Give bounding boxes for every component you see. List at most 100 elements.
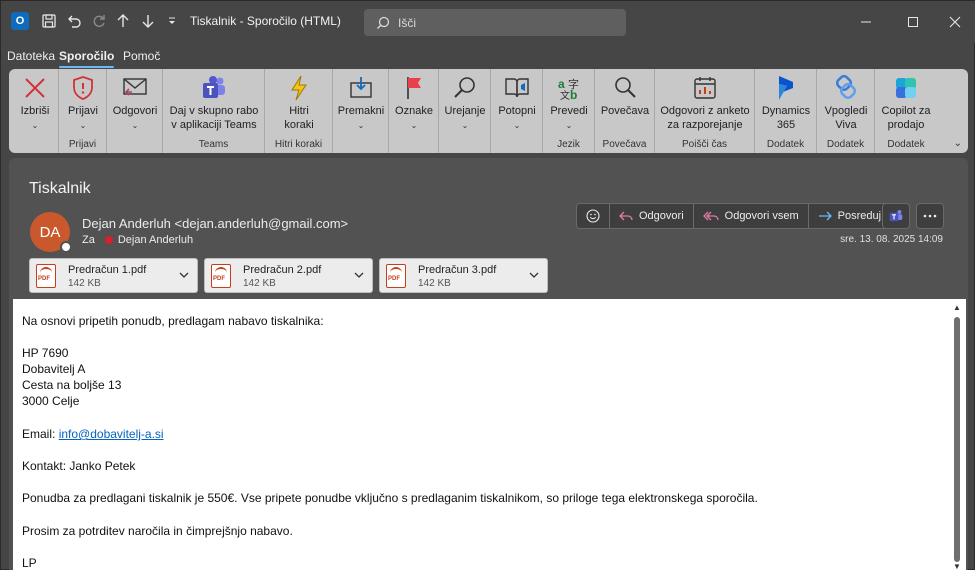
report-label: Prijavi	[68, 105, 98, 117]
emoji-reaction-button[interactable]	[577, 204, 610, 228]
immersive-reader-button[interactable]: Potopni ⌄	[495, 73, 539, 132]
group-label-addin-1: Dodatek	[766, 139, 805, 150]
move-folder-icon	[348, 73, 374, 103]
copilot-label-2: prodajo	[887, 119, 925, 131]
more-options-button[interactable]	[916, 203, 944, 229]
tags-label: Oznake	[395, 105, 433, 117]
editing-label: Urejanje	[444, 105, 486, 117]
body-signoff: LP	[22, 556, 37, 570]
dynamics-label-2: 365	[776, 119, 796, 131]
group-label-report: Prijavi	[68, 139, 97, 150]
reply-action-button[interactable]: Odgovori	[610, 204, 694, 228]
copilot-for-sales-button[interactable]: Copilot za prodajo	[879, 73, 933, 132]
minimize-icon[interactable]	[855, 11, 877, 33]
attachment-size: 142 KB	[68, 278, 101, 289]
delete-button[interactable]: Izbriši ⌄	[17, 73, 53, 132]
window-title: Tiskalnik - Sporočilo (HTML)	[190, 14, 341, 28]
group-label-addin-3: Dodatek	[887, 139, 925, 150]
search-placeholder: Išči	[398, 15, 416, 30]
body-city: 3000 Celje	[22, 394, 80, 408]
quick-steps-button[interactable]: Hitri koraki	[277, 73, 321, 132]
message-datetime: sre. 13. 08. 2025 14:09	[840, 234, 943, 245]
group-label-language: Jezik	[557, 139, 580, 150]
viva-label-2: Viva	[835, 119, 857, 131]
chevron-down-icon[interactable]	[529, 270, 539, 280]
scroll-down-icon[interactable]: ▼	[953, 562, 961, 570]
recipient-name[interactable]: Dejan Anderluh	[118, 234, 193, 246]
body-intro: Na osnovi pripetih ponudb, predlagam nab…	[22, 314, 324, 328]
reply-button[interactable]: Odgovori ⌄	[113, 73, 157, 132]
move-button[interactable]: Premakni ⌄	[337, 73, 385, 132]
pdf-file-icon: PDF	[211, 264, 231, 288]
search-icon	[377, 16, 390, 29]
share-to-teams-button[interactable]: Daj v skupno rabo v aplikaciji Teams	[167, 73, 261, 132]
chevron-down-icon[interactable]	[179, 270, 189, 280]
report-button[interactable]: Prijavi ⌄	[65, 73, 101, 132]
teams-share-button[interactable]	[882, 203, 910, 229]
svg-text:a: a	[558, 77, 565, 91]
zoom-label: Povečava	[600, 105, 650, 117]
group-label-find-time: Poišči čas	[681, 139, 727, 150]
smiley-icon	[586, 209, 600, 223]
attachment-name: Predračun 2.pdf	[243, 264, 322, 276]
viva-label-1: Vpogledi	[824, 105, 868, 117]
more-icon	[923, 214, 937, 218]
attachment-name: Predračun 3.pdf	[418, 264, 497, 276]
ribbon-group-quick-steps: Hitri koraki Hitri koraki	[265, 69, 333, 153]
tab-help[interactable]: Pomoč	[123, 49, 160, 63]
chevron-down-icon: ⌄	[410, 121, 418, 130]
zoom-button[interactable]: Povečava	[599, 73, 651, 118]
maximize-icon[interactable]	[902, 11, 924, 33]
reply-with-scheduling-poll-button[interactable]: Odgovori z anketo za razporejanje	[659, 73, 751, 132]
ribbon-group-dynamics: Dynamics 365 Dodatek	[755, 69, 817, 153]
chevron-down-icon: ⌄	[31, 121, 39, 130]
delete-icon	[22, 73, 48, 103]
calendar-poll-icon	[692, 73, 718, 103]
body-supplier: Dobavitelj A	[22, 362, 86, 376]
reply-mail-icon	[121, 73, 149, 103]
chevron-down-icon[interactable]	[354, 270, 364, 280]
title-bar: O Tiskalnik - Sporočilo (HTML) Išči	[1, 1, 975, 43]
attachment-item[interactable]: PDF Predračun 3.pdf 142 KB	[379, 258, 548, 293]
close-icon[interactable]	[944, 11, 966, 33]
customize-toolbar-icon[interactable]	[162, 11, 182, 31]
immersive-reader-label: Potopni	[498, 105, 536, 117]
ribbon-group-zoom: Povečava Povečava	[595, 69, 655, 153]
ribbon-group-find-time: Odgovori z anketo za razporejanje Poišči…	[655, 69, 755, 153]
scroll-thumb[interactable]	[954, 317, 960, 562]
tags-button[interactable]: Oznake ⌄	[393, 73, 435, 132]
message-body[interactable]: Na osnovi pripetih ponudb, predlagam nab…	[13, 299, 966, 570]
viva-insights-button[interactable]: Vpogledi Viva	[821, 73, 871, 132]
tab-message[interactable]: Sporočilo	[59, 49, 115, 68]
editing-button[interactable]: Urejanje ⌄	[443, 73, 487, 132]
save-icon[interactable]	[39, 11, 59, 31]
email-link[interactable]: info@dobavitelj-a.si	[59, 427, 164, 441]
to-label: Za	[82, 234, 95, 246]
teams-icon	[200, 73, 228, 103]
translate-button[interactable]: a字文b Prevedi ⌄	[547, 73, 591, 132]
undo-icon[interactable]	[64, 11, 84, 31]
group-label-zoom: Povečava	[602, 139, 647, 150]
tab-file[interactable]: Datoteka	[7, 49, 55, 63]
forward-action-button[interactable]: Posreduj	[809, 204, 890, 228]
ribbon-group-move: Premakni ⌄	[333, 69, 389, 153]
share-to-teams-label-1: Daj v skupno rabo	[169, 105, 259, 117]
search-input[interactable]: Išči	[364, 9, 626, 36]
ribbon-expand-chevron-icon[interactable]: ⌄	[954, 138, 962, 149]
copilot-icon	[892, 73, 920, 103]
previous-item-icon[interactable]	[113, 11, 133, 31]
body-scrollbar[interactable]: ▲ ▼	[952, 303, 962, 570]
redo-icon[interactable]	[89, 11, 109, 31]
dynamics-365-button[interactable]: Dynamics 365	[759, 73, 813, 132]
next-item-icon[interactable]	[138, 11, 158, 31]
reply-all-action-label: Odgovori vsem	[724, 210, 799, 222]
sender-address[interactable]: Dejan Anderluh <dejan.anderluh@gmail.com…	[82, 216, 348, 231]
scroll-up-icon[interactable]: ▲	[953, 303, 961, 312]
attachment-item[interactable]: PDF Predračun 2.pdf 142 KB	[204, 258, 373, 293]
outlook-logo-icon: O	[11, 12, 29, 30]
ribbon: Izbriši ⌄ Prijavi ⌄ Prijavi Odgovori ⌄ D…	[9, 69, 968, 153]
attachment-item[interactable]: PDF Predračun 1.pdf 142 KB	[29, 258, 198, 293]
copilot-label-1: Copilot za	[881, 105, 931, 117]
reply-all-action-button[interactable]: Odgovori vsem	[694, 204, 809, 228]
attachment-size: 142 KB	[243, 278, 276, 289]
